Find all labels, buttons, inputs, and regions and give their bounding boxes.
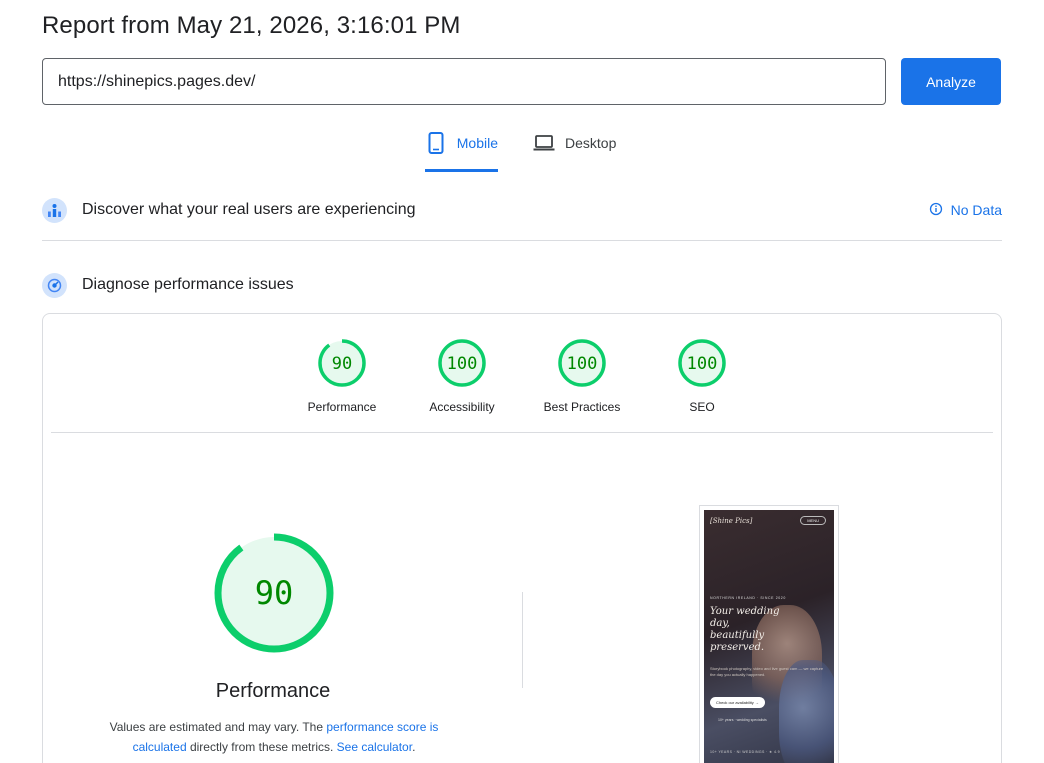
laptop-icon [533, 132, 555, 154]
tab-desktop[interactable]: Desktop [533, 132, 616, 172]
tab-mobile[interactable]: Mobile [425, 132, 498, 172]
tab-desktop-label: Desktop [565, 135, 617, 151]
no-data-label: No Data [950, 202, 1002, 218]
performance-description: Values are estimated and may vary. The p… [91, 717, 457, 757]
desc-text-middle: directly from these metrics. [186, 740, 337, 754]
no-data-link[interactable]: No Data [929, 202, 1002, 219]
performance-gauge: 90 [318, 339, 366, 387]
diagnose-title: Diagnose performance issues [82, 276, 294, 293]
smartphone-icon [425, 132, 447, 154]
screenshot-image: [Shine Pics] MENU NORTHERN IRELAND · SIN… [704, 510, 834, 763]
section-divider [42, 240, 1002, 241]
performance-score: 90 [332, 354, 352, 374]
accessibility-gauge: 100 [438, 339, 486, 387]
score-gauges: 90 Performance 100 Accessibility 100 Bes… [43, 338, 1003, 418]
card-divider [51, 432, 993, 433]
desc-text-end: . [412, 740, 416, 754]
speedometer-icon [42, 272, 67, 298]
vertical-divider [522, 592, 523, 688]
see-calculator-link[interactable]: See calculator [337, 740, 412, 754]
page-screenshot: [Shine Pics] MENU NORTHERN IRELAND · SIN… [699, 505, 839, 763]
crux-section: Discover what your real users are experi… [42, 196, 1002, 224]
gauge-accessibility[interactable]: 100 Accessibility [412, 338, 512, 414]
performance-heading: Performance [215, 680, 331, 702]
info-icon [929, 202, 943, 219]
desc-text: Values are estimated and may vary. The [109, 720, 327, 734]
seo-score: 100 [687, 354, 718, 374]
diagnose-section: Diagnose performance issues [42, 271, 1002, 299]
report-card: 90 Performance 100 Accessibility 100 Bes… [42, 313, 1002, 763]
accessibility-label: Accessibility [429, 400, 495, 414]
best-practices-gauge: 100 [558, 339, 606, 387]
best-practices-label: Best Practices [543, 400, 621, 414]
seo-label: SEO [689, 400, 715, 414]
performance-big-score: 90 [255, 574, 294, 612]
gauge-best-practices[interactable]: 100 Best Practices [532, 338, 632, 414]
seo-gauge: 100 [678, 339, 726, 387]
url-input[interactable] [42, 58, 886, 105]
tab-mobile-label: Mobile [456, 135, 498, 151]
gauge-performance[interactable]: 90 Performance [292, 338, 392, 414]
crux-title: Discover what your real users are experi… [82, 201, 416, 218]
gauge-seo[interactable]: 100 SEO [652, 338, 752, 414]
performance-big-gauge: 90 [213, 532, 335, 654]
performance-label: Performance [307, 400, 377, 414]
users-chart-icon [42, 197, 67, 223]
page-title: Report from May 21, 2026, 3:16:01 PM [42, 12, 461, 39]
best-practices-score: 100 [567, 354, 598, 374]
analyze-button[interactable]: Analyze [901, 58, 1001, 105]
accessibility-score: 100 [447, 354, 478, 374]
